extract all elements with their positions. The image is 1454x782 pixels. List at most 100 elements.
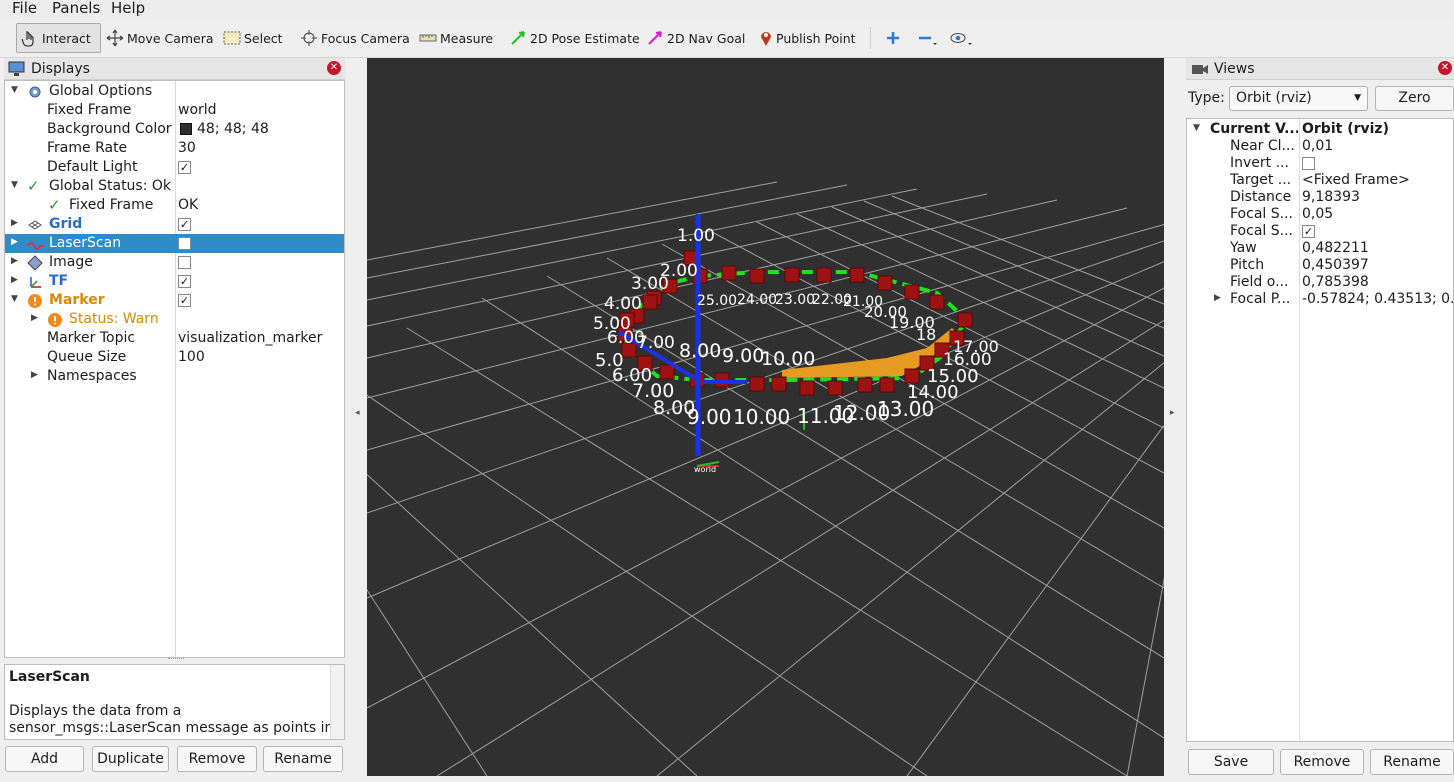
prop-value[interactable]: -0.57824; 0.43513; 0... — [1302, 291, 1453, 307]
view-prop-row[interactable]: Invert ... — [1187, 155, 1453, 172]
tree-row-marker-topic[interactable]: Marker Topic visualization_marker — [5, 329, 344, 348]
view-prop-row[interactable]: Distance 9,18393 — [1187, 189, 1453, 206]
expand-arrow-icon[interactable]: ▼ — [11, 180, 18, 190]
expand-arrow-icon[interactable]: ▶ — [11, 256, 18, 266]
view-prop-row[interactable]: Near Cl... 0,01 — [1187, 138, 1453, 155]
row-label: Status: Warn — [69, 311, 159, 327]
view-prop-row[interactable]: Field o... 0,785398 — [1187, 274, 1453, 291]
duplicate-button[interactable]: Duplicate — [92, 746, 169, 772]
right-collapse-handle[interactable]: ▸ — [1164, 58, 1184, 776]
point-label: 9.00 — [687, 405, 732, 429]
publish-point-tool[interactable]: Publish Point — [755, 23, 860, 53]
prop-value[interactable]: 0,05 — [1302, 206, 1333, 222]
prop-value[interactable]: 9,18393 — [1302, 189, 1360, 205]
view-prop-row[interactable]: Yaw 0,482211 — [1187, 240, 1453, 257]
image-checkbox[interactable] — [178, 256, 191, 269]
queue-size-value[interactable]: 100 — [178, 349, 205, 365]
interact-tool[interactable]: Interact — [16, 23, 101, 53]
pose-estimate-tool[interactable]: 2D Pose Estimate — [505, 23, 644, 53]
menu-file[interactable]: File — [12, 0, 37, 17]
view-type-select[interactable]: Orbit (rviz) ▼ — [1229, 86, 1368, 111]
view-prop-row[interactable]: Focal S... 0,05 — [1187, 206, 1453, 223]
prop-value[interactable]: 0,01 — [1302, 138, 1333, 154]
3d-viewport[interactable]: 1.00 2.00 3.00 4.00 5.00 6.00 7.00 8.00 … — [367, 58, 1164, 776]
tree-row-image[interactable]: ▶ Image — [5, 253, 344, 272]
tree-row-marker-status[interactable]: ▶ Status: Warn — [5, 310, 344, 329]
expand-arrow-icon[interactable]: ▶ — [11, 275, 18, 285]
menu-help[interactable]: Help — [111, 0, 145, 17]
scene-svg[interactable]: 1.00 2.00 3.00 4.00 5.00 6.00 7.00 8.00 … — [367, 58, 1164, 776]
tree-row-frame-rate[interactable]: Frame Rate 30 — [5, 139, 344, 158]
add-tool-button[interactable] — [880, 23, 909, 53]
marker-checkbox[interactable]: ✓ — [178, 294, 191, 307]
frame-rate-value[interactable]: 30 — [178, 140, 196, 156]
expand-arrow-icon[interactable]: ▼ — [11, 85, 18, 95]
prop-value[interactable]: <Fixed Frame> — [1302, 172, 1410, 188]
tree-row-queue-size[interactable]: Queue Size 100 — [5, 348, 344, 367]
invert-checkbox[interactable] — [1302, 157, 1315, 170]
view-prop-row[interactable]: Focal S... ✓ — [1187, 223, 1453, 240]
marker-topic-value[interactable]: visualization_marker — [178, 330, 322, 346]
tree-row-grid[interactable]: ▶ Grid ✓ — [5, 215, 344, 234]
description-scrollbar[interactable] — [330, 665, 344, 739]
current-view-row[interactable]: ▼ Current V... Orbit (rviz) — [1187, 121, 1453, 138]
expand-arrow-icon[interactable]: ▶ — [31, 370, 38, 380]
measure-tool[interactable]: Measure — [415, 23, 497, 53]
description-box: LaserScan Displays the data from a senso… — [4, 664, 345, 740]
expand-arrow-icon[interactable]: ▶ — [31, 313, 38, 323]
remove-view-button[interactable]: Remove — [1280, 749, 1364, 775]
tree-row-laserscan[interactable]: ▶ LaserScan — [5, 234, 344, 253]
expand-arrow-icon[interactable]: ▼ — [1193, 123, 1200, 133]
expand-arrow-icon[interactable]: ▶ — [11, 237, 18, 247]
point-label: 9.00 — [722, 345, 764, 367]
save-view-button[interactable]: Save — [1188, 749, 1274, 775]
focal-shape-checkbox[interactable]: ✓ — [1302, 225, 1315, 238]
view-options-button[interactable] — [945, 23, 980, 53]
remove-display-button[interactable]: Remove — [177, 746, 257, 772]
prop-value[interactable]: 0,482211 — [1302, 240, 1369, 256]
views-close-icon[interactable]: ✕ — [1438, 61, 1452, 75]
publish-point-label: Publish Point — [776, 30, 856, 46]
rename-display-button[interactable]: Rename — [263, 746, 343, 772]
rename-view-button[interactable]: Rename — [1370, 749, 1454, 775]
tree-row-namespaces[interactable]: ▶ Namespaces — [5, 367, 344, 386]
tree-row-marker[interactable]: ▼ Marker ✓ — [5, 291, 344, 310]
tree-row-default-light[interactable]: Default Light ✓ — [5, 158, 344, 177]
splitter-handle[interactable] — [168, 658, 184, 662]
color-swatch[interactable] — [180, 123, 192, 135]
view-prop-row[interactable]: ▶ Focal P... -0.57824; 0.43513; 0... — [1187, 291, 1453, 308]
fixed-frame-value[interactable]: world — [178, 102, 217, 118]
left-collapse-handle[interactable]: ◂ — [348, 58, 368, 776]
view-prop-row[interactable]: Pitch 0,450397 — [1187, 257, 1453, 274]
laserscan-checkbox[interactable] — [178, 237, 191, 250]
grid-checkbox[interactable]: ✓ — [178, 218, 191, 231]
background-color-value[interactable]: 48; 48; 48 — [197, 121, 269, 137]
remove-tool-button[interactable] — [912, 23, 945, 53]
expand-arrow-icon[interactable]: ▶ — [1214, 293, 1221, 303]
point-label: 11.00 — [797, 404, 854, 428]
expand-arrow-icon[interactable]: ▼ — [11, 294, 18, 304]
menu-panels[interactable]: Panels — [52, 0, 100, 17]
grid-line — [367, 473, 698, 776]
select-tool[interactable]: Select — [219, 23, 287, 53]
nav-goal-tool[interactable]: 2D Nav Goal — [642, 23, 749, 53]
tree-row-status-fixed-frame[interactable]: ✓ Fixed Frame OK — [5, 196, 344, 215]
tree-row-background-color[interactable]: Background Color 48; 48; 48 — [5, 120, 344, 139]
prop-value[interactable]: 0,450397 — [1302, 257, 1369, 273]
zero-button[interactable]: Zero — [1375, 86, 1454, 111]
prop-value[interactable]: 0,785398 — [1302, 274, 1369, 290]
expand-arrow-icon[interactable]: ▶ — [11, 218, 18, 228]
focus-camera-tool[interactable]: Focus Camera — [296, 23, 414, 53]
tree-row-tf[interactable]: ▶ TF ✓ — [5, 272, 344, 291]
tree-row-global-status[interactable]: ▼ ✓ Global Status: Ok — [5, 177, 344, 196]
view-prop-row[interactable]: Target ... <Fixed Frame> — [1187, 172, 1453, 189]
crosshair-icon — [301, 30, 317, 46]
move-camera-tool[interactable]: Move Camera — [102, 23, 218, 53]
default-light-checkbox[interactable]: ✓ — [178, 161, 191, 174]
displays-close-icon[interactable]: ✕ — [327, 61, 341, 75]
tree-row-global-options[interactable]: ▼ Global Options — [5, 82, 344, 101]
tree-row-fixed-frame[interactable]: Fixed Frame world — [5, 101, 344, 120]
tf-checkbox[interactable]: ✓ — [178, 275, 191, 288]
add-button[interactable]: Add — [5, 746, 84, 772]
row-label: Fixed Frame — [69, 197, 154, 213]
